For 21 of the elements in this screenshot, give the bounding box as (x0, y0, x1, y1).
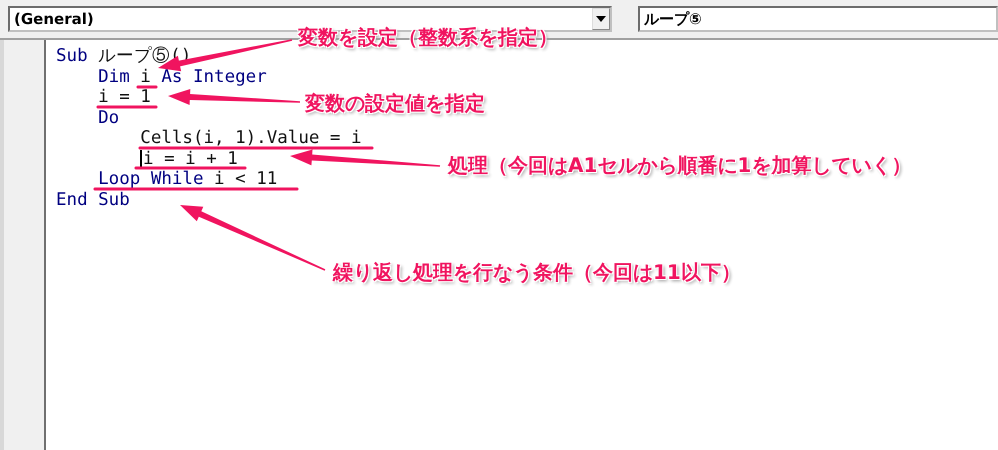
annotation-label: 変数の設定値を指定 (305, 90, 485, 117)
code-text: Dim (97, 68, 131, 85)
procedure-dropdown-value: ループ⑤ (643, 10, 703, 28)
annotation-label: 繰り返し処理を行なう条件（今回は11以下） (333, 259, 741, 286)
caret-icon (596, 16, 606, 22)
code-text: Sub (56, 48, 89, 64)
underline (96, 106, 158, 108)
code-text: Cells(i, 1).Value = i (139, 130, 362, 146)
dropdown-button[interactable] (592, 8, 610, 30)
code-text: i (140, 68, 152, 85)
procedure-dropdown[interactable]: ループ⑤ (638, 6, 998, 32)
underline (136, 86, 158, 88)
code-text: Loop While (97, 171, 205, 188)
object-dropdown-value: (General) (13, 10, 95, 28)
code-text: Do (97, 110, 120, 126)
code-text: i = 1 (97, 89, 151, 106)
code-text: End Sub (56, 192, 130, 208)
code-text: i < 11 (214, 171, 278, 188)
code-text: i = i + 1 (143, 150, 238, 167)
annotation-label: 処理（今回はA1セルから順番に1を加算していく） (448, 152, 912, 179)
code-text: As Integer (161, 68, 267, 85)
